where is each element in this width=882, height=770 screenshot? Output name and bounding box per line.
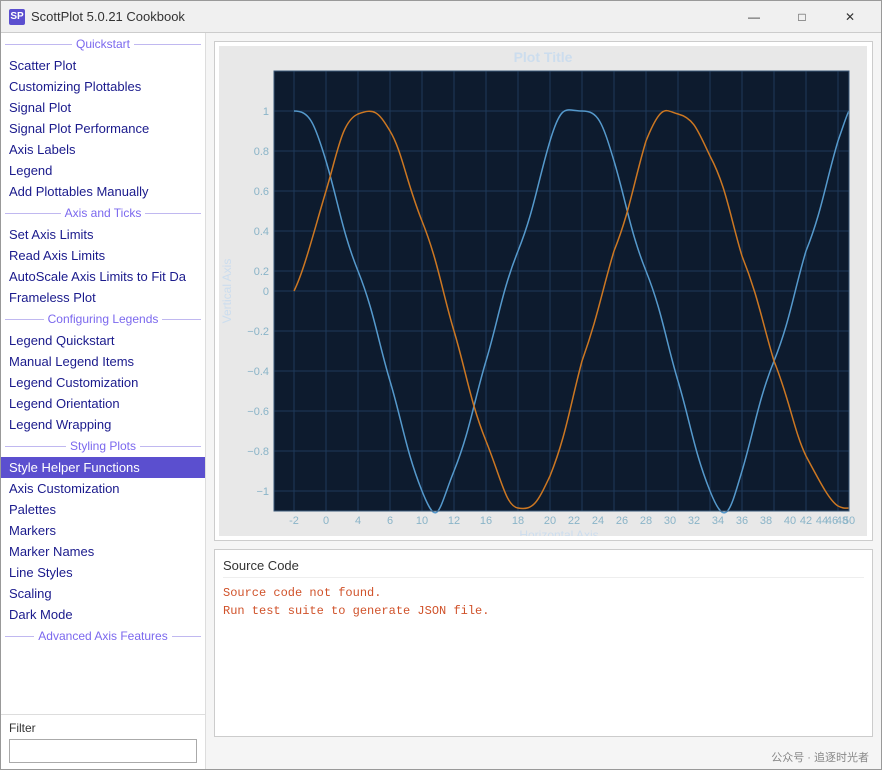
- svg-text:38: 38: [760, 515, 772, 527]
- svg-text:50: 50: [843, 515, 855, 527]
- filter-label: Filter: [9, 721, 197, 735]
- sidebar-item-markers[interactable]: Markers: [1, 520, 205, 541]
- svg-text:28: 28: [640, 515, 652, 527]
- sidebar-item-manual-legend-items[interactable]: Manual Legend Items: [1, 351, 205, 372]
- sidebar-item-legend-wrapping[interactable]: Legend Wrapping: [1, 414, 205, 435]
- svg-text:10: 10: [416, 515, 428, 527]
- sidebar-item-line-styles[interactable]: Line Styles: [1, 562, 205, 583]
- svg-text:0.8: 0.8: [254, 146, 269, 158]
- source-line-2: Run test suite to generate JSON file.: [223, 602, 864, 620]
- sidebar-item-set-axis-limits[interactable]: Set Axis Limits: [1, 224, 205, 245]
- minimize-button[interactable]: —: [731, 1, 777, 33]
- svg-text:−0.8: −0.8: [247, 446, 269, 458]
- filter-input[interactable]: [9, 739, 197, 763]
- sidebar-item-legend-quickstart[interactable]: Legend Quickstart: [1, 330, 205, 351]
- svg-text:24: 24: [592, 515, 604, 527]
- sidebar-item-scaling[interactable]: Scaling: [1, 583, 205, 604]
- main-content: Quickstart Scatter Plot Customizing Plot…: [1, 33, 881, 769]
- titlebar-left: SP ScottPlot 5.0.21 Cookbook: [9, 9, 185, 25]
- window-title: ScottPlot 5.0.21 Cookbook: [31, 9, 185, 24]
- right-content: Plot Title 1 0.8 0.6 0.4 0.2 0 −0.2 −0.4…: [206, 33, 881, 769]
- svg-text:40: 40: [784, 515, 796, 527]
- svg-text:Plot Title: Plot Title: [514, 49, 573, 65]
- svg-text:Horizontal Axis: Horizontal Axis: [519, 528, 598, 536]
- sidebar-item-dark-mode[interactable]: Dark Mode: [1, 604, 205, 625]
- source-title: Source Code: [223, 558, 864, 578]
- source-line-1: Source code not found.: [223, 584, 864, 602]
- svg-text:30: 30: [664, 515, 676, 527]
- main-window: SP ScottPlot 5.0.21 Cookbook — □ ✕ Quick…: [0, 0, 882, 770]
- sidebar-item-legend-customization[interactable]: Legend Customization: [1, 372, 205, 393]
- sidebar-item-style-helper-functions[interactable]: Style Helper Functions: [1, 457, 205, 478]
- sidebar: Quickstart Scatter Plot Customizing Plot…: [1, 33, 206, 769]
- svg-text:6: 6: [387, 515, 393, 527]
- maximize-button[interactable]: □: [779, 1, 825, 33]
- sidebar-item-legend[interactable]: Legend: [1, 160, 205, 181]
- sidebar-item-autoscale-axis-limits[interactable]: AutoScale Axis Limits to Fit Da: [1, 266, 205, 287]
- sidebar-item-marker-names[interactable]: Marker Names: [1, 541, 205, 562]
- watermark: 公众号 · 追逐时光者: [206, 745, 881, 769]
- section-header-advanced-axis: Advanced Axis Features: [1, 625, 205, 647]
- svg-text:−0.2: −0.2: [247, 326, 269, 338]
- svg-text:32: 32: [688, 515, 700, 527]
- svg-text:0: 0: [323, 515, 329, 527]
- svg-text:−1: −1: [256, 486, 269, 498]
- plot-container: Plot Title 1 0.8 0.6 0.4 0.2 0 −0.2 −0.4…: [214, 41, 873, 541]
- plot-svg: Plot Title 1 0.8 0.6 0.4 0.2 0 −0.2 −0.4…: [219, 46, 867, 536]
- sidebar-item-scatter-plot[interactable]: Scatter Plot: [1, 55, 205, 76]
- svg-text:36: 36: [736, 515, 748, 527]
- svg-text:22: 22: [568, 515, 580, 527]
- svg-text:0.2: 0.2: [254, 266, 269, 278]
- app-icon: SP: [9, 9, 25, 25]
- svg-text:16: 16: [480, 515, 492, 527]
- svg-text:34: 34: [712, 515, 724, 527]
- svg-text:Vertical Axis: Vertical Axis: [220, 259, 234, 324]
- sidebar-item-legend-orientation[interactable]: Legend Orientation: [1, 393, 205, 414]
- sidebar-item-signal-plot[interactable]: Signal Plot: [1, 97, 205, 118]
- sidebar-scroll[interactable]: Quickstart Scatter Plot Customizing Plot…: [1, 33, 205, 714]
- sidebar-item-signal-plot-performance[interactable]: Signal Plot Performance: [1, 118, 205, 139]
- svg-text:0: 0: [263, 286, 269, 298]
- svg-text:-2: -2: [289, 515, 299, 527]
- svg-text:26: 26: [616, 515, 628, 527]
- section-header-axis-ticks: Axis and Ticks: [1, 202, 205, 224]
- section-header-legends: Configuring Legends: [1, 308, 205, 330]
- source-area: Source Code Source code not found. Run t…: [214, 549, 873, 737]
- svg-text:−0.4: −0.4: [247, 366, 269, 378]
- svg-text:18: 18: [512, 515, 524, 527]
- sidebar-item-read-axis-limits[interactable]: Read Axis Limits: [1, 245, 205, 266]
- section-header-quickstart: Quickstart: [1, 33, 205, 55]
- sidebar-item-axis-labels[interactable]: Axis Labels: [1, 139, 205, 160]
- sidebar-item-axis-customization[interactable]: Axis Customization: [1, 478, 205, 499]
- sidebar-item-palettes[interactable]: Palettes: [1, 499, 205, 520]
- svg-text:42: 42: [800, 515, 812, 527]
- svg-text:12: 12: [448, 515, 460, 527]
- sidebar-item-frameless-plot[interactable]: Frameless Plot: [1, 287, 205, 308]
- sidebar-item-add-plottables-manually[interactable]: Add Plottables Manually: [1, 181, 205, 202]
- svg-text:1: 1: [263, 106, 269, 118]
- svg-text:20: 20: [544, 515, 556, 527]
- window-controls: — □ ✕: [731, 1, 873, 33]
- close-button[interactable]: ✕: [827, 1, 873, 33]
- source-code: Source code not found. Run test suite to…: [223, 584, 864, 620]
- filter-area: Filter: [1, 714, 205, 769]
- titlebar: SP ScottPlot 5.0.21 Cookbook — □ ✕: [1, 1, 881, 33]
- svg-text:−0.6: −0.6: [247, 406, 269, 418]
- svg-text:4: 4: [355, 515, 361, 527]
- svg-text:0.4: 0.4: [254, 226, 269, 238]
- svg-text:0.6: 0.6: [254, 186, 269, 198]
- section-header-styling-plots: Styling Plots: [1, 435, 205, 457]
- sidebar-item-customizing-plottables[interactable]: Customizing Plottables: [1, 76, 205, 97]
